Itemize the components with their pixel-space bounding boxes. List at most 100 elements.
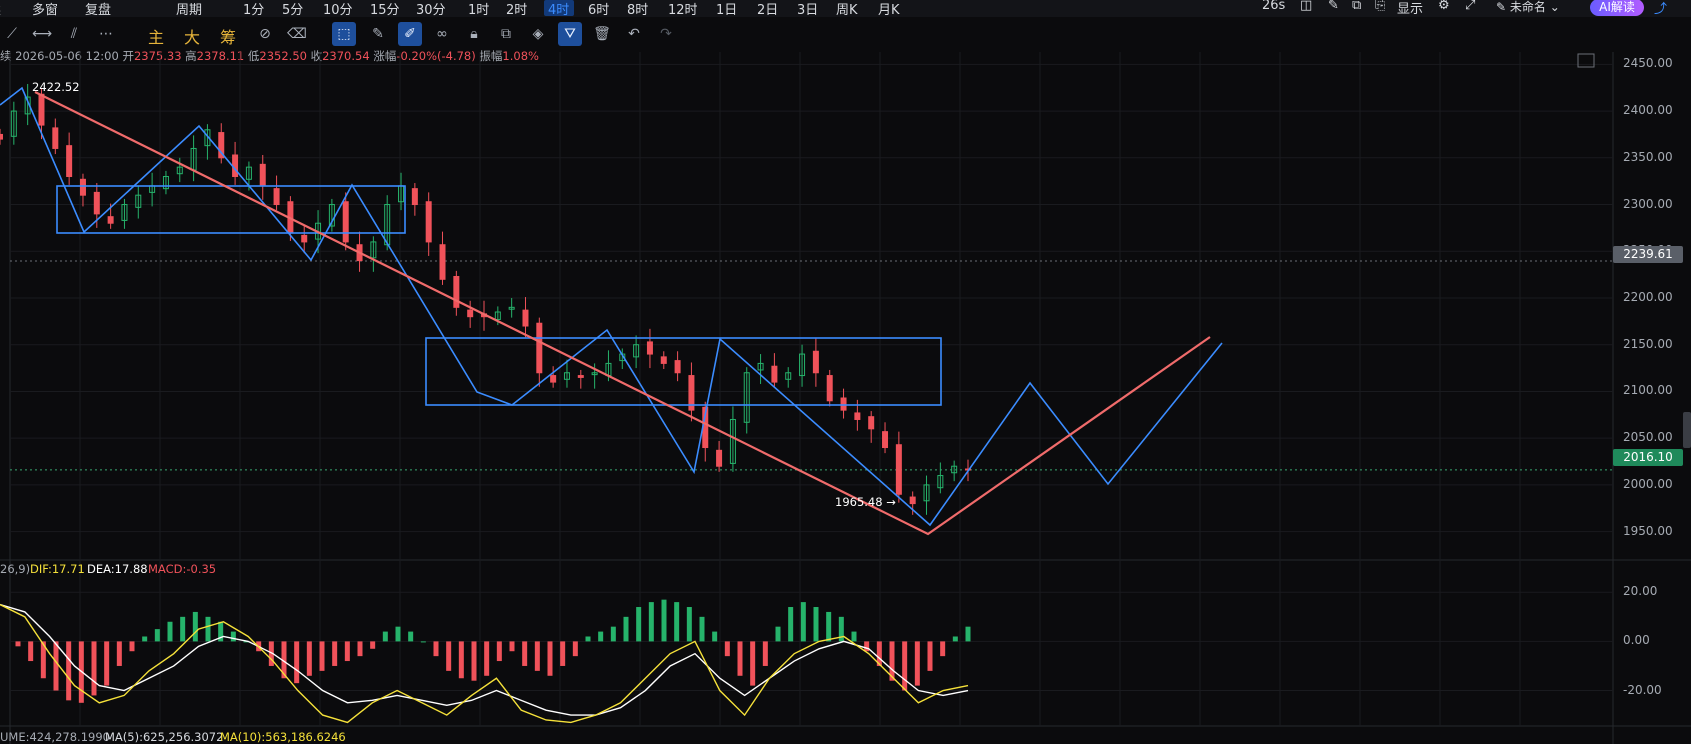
crosshair-price-tag: 2239.61 — [1613, 246, 1683, 263]
candle-body — [771, 365, 778, 383]
macd-histogram-bar — [902, 641, 908, 691]
candle-body — [273, 188, 280, 206]
candle-body — [66, 145, 73, 177]
macd-histogram-bar — [762, 641, 768, 666]
price-tick-label: 2100.00 — [1623, 383, 1673, 398]
candle-body — [425, 201, 432, 243]
macd-histogram-bar — [813, 607, 819, 642]
macd-histogram-bar — [965, 626, 971, 642]
macd-histogram-bar — [382, 631, 388, 642]
candle-body — [93, 191, 100, 215]
macd-dea: DEA:17.88 — [87, 562, 148, 576]
price-chart[interactable]: 2422.52 1965.48 → — [0, 0, 1691, 744]
candle-body — [342, 201, 349, 243]
volume-ma5: MA(5):625,256.3072 — [105, 730, 224, 744]
candle-body — [522, 309, 529, 327]
candle-body — [660, 356, 667, 364]
price-tick-label: 2450.00 — [1623, 56, 1673, 71]
macd-histogram-bar — [699, 616, 705, 642]
candle-body — [536, 322, 543, 374]
macd-histogram-bar — [180, 616, 186, 642]
macd-histogram-bar — [560, 641, 566, 666]
macd-histogram-bar — [306, 641, 312, 676]
macd-histogram-bar — [509, 641, 515, 652]
price-tick-label: 2000.00 — [1623, 476, 1673, 491]
macd-histogram-bar — [712, 631, 718, 642]
macd-value: MACD:-0.35 — [148, 562, 217, 576]
candle-body — [868, 416, 875, 430]
candle-body — [550, 375, 557, 383]
candle-body — [453, 275, 460, 308]
candle-body — [909, 496, 916, 505]
candle-body — [52, 127, 59, 149]
macd-histogram-bar — [332, 641, 338, 666]
macd-histogram-bar — [724, 641, 730, 657]
price-tick-label: 2300.00 — [1623, 196, 1673, 211]
macd-histogram-bar — [775, 626, 781, 642]
candle-body — [895, 444, 902, 495]
macd-dif-line — [0, 603, 969, 724]
macd-histogram-bar — [737, 641, 743, 676]
macd-histogram-bar — [648, 602, 654, 642]
candle-body — [79, 178, 86, 196]
macd-histogram-bar — [686, 607, 692, 642]
macd-histogram-bar — [800, 602, 806, 642]
candle-body — [646, 341, 653, 355]
candle-body — [854, 412, 861, 420]
macd-histogram-bar — [674, 602, 680, 642]
macd-histogram-bar — [66, 641, 72, 701]
candle-body — [232, 154, 239, 177]
macd-dea-line — [0, 603, 969, 716]
macd-histogram-bar — [91, 641, 97, 696]
low-marker-label: 1965.48 → — [835, 495, 896, 509]
expand-chart-icon — [1577, 53, 1595, 68]
candle-body — [467, 309, 474, 318]
price-tick-label: 2150.00 — [1623, 336, 1673, 351]
price-tick-label: 2050.00 — [1623, 430, 1673, 445]
macd-histogram-bar — [661, 599, 667, 642]
macd-histogram-bar — [914, 641, 920, 686]
macd-tick-label: -20.00 — [1623, 682, 1662, 697]
macd-histogram-bar — [471, 641, 477, 681]
macd-histogram-bar — [129, 641, 135, 652]
macd-histogram-bar — [15, 641, 21, 647]
macd-histogram-bar — [205, 616, 211, 642]
macd-histogram-bar — [623, 616, 629, 642]
macd-histogram-bar — [636, 607, 642, 642]
macd-histogram-bar — [534, 641, 540, 671]
candle-body — [439, 244, 446, 280]
price-tick-label: 1950.00 — [1623, 523, 1673, 538]
candle-body — [826, 375, 833, 402]
candle-body — [38, 93, 45, 126]
macd-histogram-bar — [940, 641, 946, 657]
macd-tick-label: 20.00 — [1623, 584, 1658, 599]
macd-histogram-bar — [104, 641, 110, 686]
macd-histogram-bar — [357, 641, 363, 657]
candle-body — [674, 360, 681, 374]
volume-value: UME:424,278.1990 — [0, 730, 110, 744]
macd-histogram-bar — [408, 631, 414, 642]
candle-body — [716, 449, 723, 467]
macd-histogram-bar — [484, 641, 490, 676]
range-box-2 — [425, 337, 942, 406]
price-tick-label: 2350.00 — [1623, 149, 1673, 164]
macd-histogram-bar — [192, 611, 198, 642]
macd-histogram-bar — [585, 636, 591, 642]
macd-params: 26,9) — [0, 562, 31, 576]
zigzag-pattern-line — [0, 86, 1223, 527]
macd-histogram-bar — [547, 641, 553, 676]
macd-histogram-bar — [370, 641, 376, 649]
macd-histogram-bar — [496, 641, 502, 662]
macd-histogram-bar — [788, 607, 794, 642]
candle-body — [882, 431, 889, 449]
macd-histogram-bar — [927, 641, 933, 671]
last-price-tag: 2016.10 — [1613, 449, 1683, 466]
macd-dif: DIF:17.71 — [30, 562, 85, 576]
macd-histogram-bar — [598, 631, 604, 642]
price-tick-label: 2200.00 — [1623, 289, 1673, 304]
macd-histogram-bar — [395, 626, 401, 642]
macd-histogram-bar — [116, 641, 122, 666]
macd-histogram-bar — [53, 641, 59, 691]
macd-histogram-bar — [864, 641, 870, 652]
macd-histogram-bar — [952, 636, 958, 642]
